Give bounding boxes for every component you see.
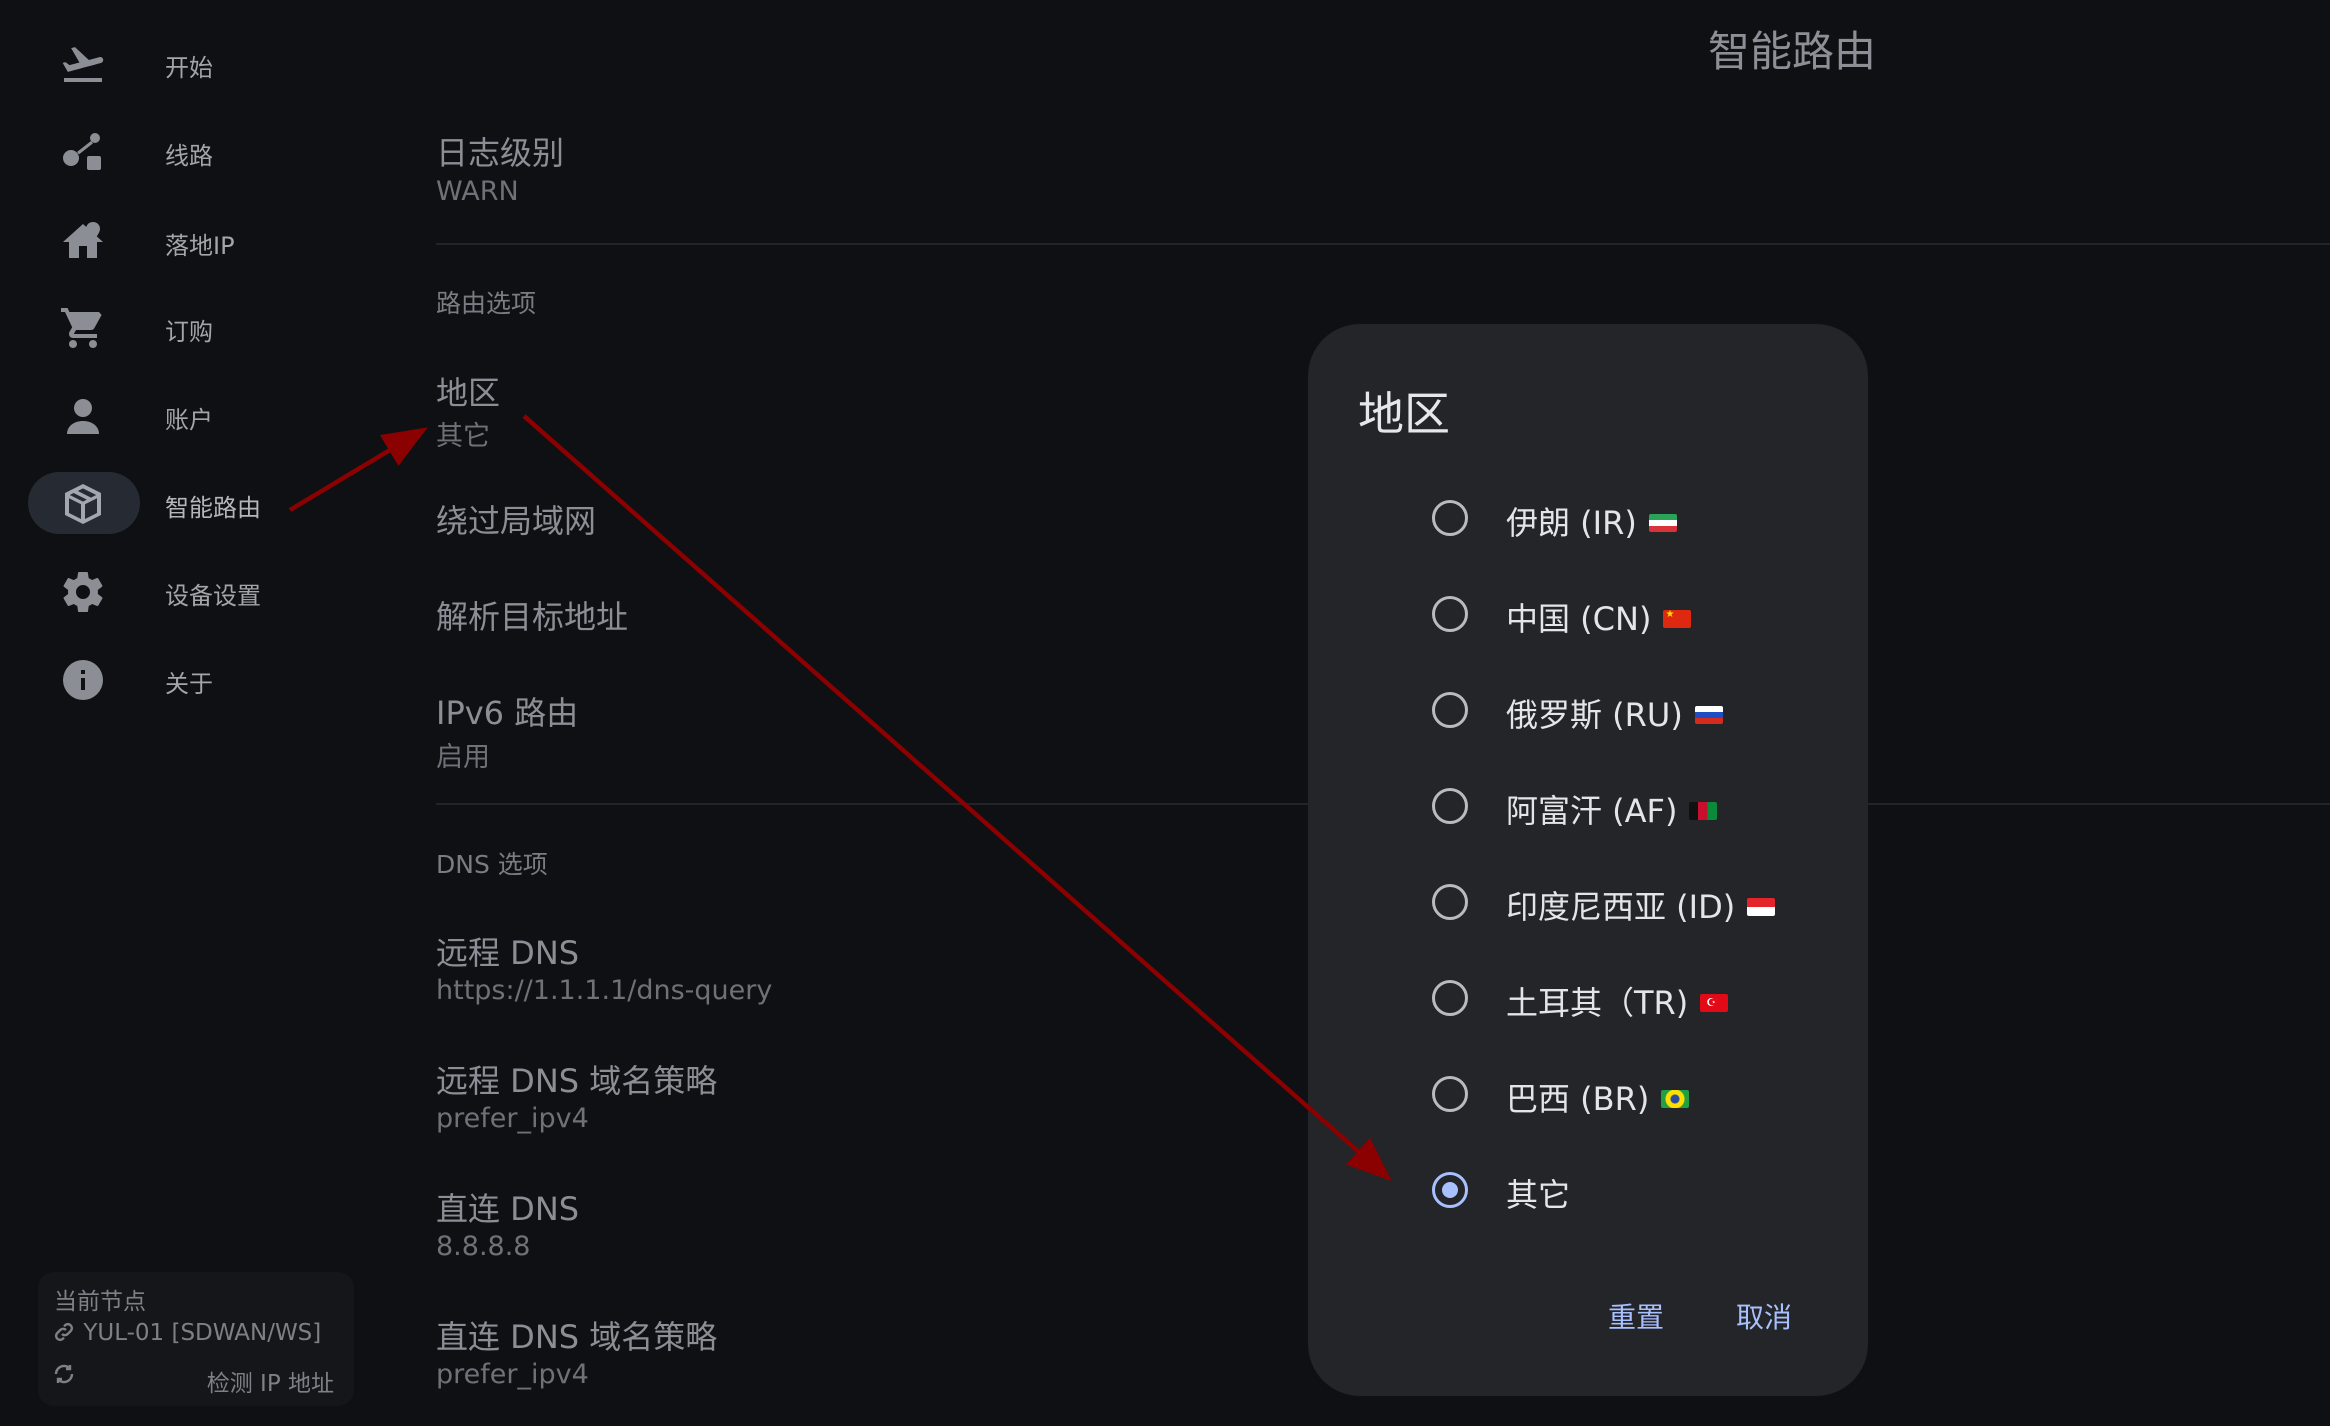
option-label: 巴西 (BR) <box>1506 1074 1690 1120</box>
gear-icon <box>58 572 108 613</box>
ipv6-route-title: IPv6 路由 <box>436 694 579 732</box>
direct-dns-strategy-value: prefer_ipv4 <box>436 1359 589 1390</box>
sidebar-item-label: 开始 <box>165 54 213 82</box>
radio-unselected-icon[interactable] <box>1432 500 1468 536</box>
ipv6-route-value: 启用 <box>436 742 490 773</box>
option-text: 阿富汗 (AF) <box>1506 792 1678 830</box>
dialog-title: 地区 <box>1358 387 1450 441</box>
region-option-br[interactable]: 巴西 (BR) <box>1338 1052 1838 1132</box>
sidebar-item-label: 账户 <box>165 406 213 434</box>
sidebar-item-label: 订购 <box>165 318 213 346</box>
page-title: 智能路由 <box>1708 27 1877 76</box>
radio-unselected-icon[interactable] <box>1432 1076 1468 1112</box>
option-label: 其它 <box>1506 1176 1571 1214</box>
option-label: 土耳其（TR) ☪ <box>1506 978 1729 1024</box>
route-options-header: 路由选项 <box>436 289 537 318</box>
afghanistan-flag <box>1689 802 1718 820</box>
remote-dns-value: https://1.1.1.1/dns-query <box>436 975 773 1006</box>
arrow-to-region-setting <box>288 427 428 512</box>
sidebar-item-account[interactable]: 账户 <box>28 384 213 446</box>
radio-unselected-icon[interactable] <box>1432 692 1468 728</box>
sidebar-item-landing-ip[interactable]: 落地IP <box>28 210 235 272</box>
check-ip-button[interactable]: 检测 IP 地址 <box>207 1364 334 1398</box>
sidebar-item-start[interactable]: 开始 <box>28 32 213 94</box>
option-text: 俄罗斯 (RU) <box>1506 696 1683 734</box>
option-text: 印度尼西亚 (ID) <box>1506 888 1736 926</box>
package-icon <box>58 484 108 524</box>
sidebar-item-label: 落地IP <box>165 232 235 260</box>
region-option-ru[interactable]: 俄罗斯 (RU) <box>1338 668 1838 748</box>
option-text: 伊朗 (IR) <box>1506 504 1637 542</box>
option-label: 俄罗斯 (RU) <box>1506 690 1723 736</box>
radio-selected-icon[interactable] <box>1432 1172 1468 1208</box>
sidebar-item-device-settings[interactable]: 设备设置 <box>28 560 261 622</box>
dns-options-header: DNS 选项 <box>436 850 548 879</box>
remote-dns-title: 远程 DNS <box>436 934 580 972</box>
log-level-title: 日志级别 <box>436 134 565 172</box>
home-location-icon <box>58 222 108 262</box>
remote-dns-strategy-value: prefer_ipv4 <box>436 1103 589 1134</box>
radio-unselected-icon[interactable] <box>1432 788 1468 824</box>
turkey-flag: ☪ <box>1700 994 1729 1012</box>
region-option-af[interactable]: 阿富汗 (AF) <box>1338 764 1838 844</box>
option-label: 中国 (CN) ★ <box>1506 594 1692 640</box>
sidebar-item-label: 线路 <box>165 142 213 170</box>
current-node-card: 当前节点 YUL-01 [SDWAN/WS] 检测 IP 地址 <box>38 1272 354 1406</box>
sidebar-item-subscribe[interactable]: 订购 <box>28 296 213 358</box>
resolve-target-setting[interactable]: 解析目标地址 <box>436 592 628 638</box>
sidebar-item-about[interactable]: 关于 <box>28 648 213 710</box>
current-node-name-text: YUL-01 [SDWAN/WS] <box>83 1320 322 1346</box>
option-text: 土耳其（TR) <box>1506 984 1689 1022</box>
region-value: 其它 <box>436 421 490 452</box>
russia-flag <box>1694 706 1723 724</box>
option-text: 中国 (CN) <box>1506 600 1652 638</box>
china-flag: ★ <box>1663 610 1692 628</box>
log-level-value: WARN <box>436 176 519 207</box>
region-option-other[interactable]: 其它 <box>1338 1148 1838 1228</box>
iran-flag <box>1648 514 1677 532</box>
sidebar-item-routes[interactable]: 线路 <box>28 120 213 182</box>
radio-unselected-icon[interactable] <box>1432 884 1468 920</box>
account-icon <box>58 396 108 436</box>
link-icon <box>54 1322 74 1342</box>
cart-icon <box>58 308 108 348</box>
region-option-cn[interactable]: 中国 (CN) ★ <box>1338 572 1838 652</box>
sidebar-item-label: 关于 <box>165 670 213 698</box>
annotation-arrows <box>288 414 1392 1181</box>
remote-dns-strategy-title: 远程 DNS 域名策略 <box>436 1062 718 1100</box>
option-label: 阿富汗 (AF) <box>1506 786 1718 832</box>
direct-dns-title: 直连 DNS <box>436 1190 580 1228</box>
reset-button[interactable]: 重置 <box>1608 1296 1664 1336</box>
airplane-takeoff-icon <box>58 44 108 84</box>
sidebar-item-label: 设备设置 <box>165 582 261 610</box>
option-label: 伊朗 (IR) <box>1506 498 1677 544</box>
route-icon <box>58 132 108 172</box>
region-title: 地区 <box>436 374 501 412</box>
region-dialog: 地区 伊朗 (IR) 中国 (CN) ★ 俄罗斯 (RU) 阿富汗 (AF) 印度… <box>1308 324 1868 1396</box>
refresh-icon[interactable] <box>52 1362 76 1388</box>
region-option-ir[interactable]: 伊朗 (IR) <box>1338 476 1838 556</box>
direct-dns-value: 8.8.8.8 <box>436 1231 531 1262</box>
divider <box>436 243 2330 245</box>
radio-unselected-icon[interactable] <box>1432 596 1468 632</box>
current-node-name[interactable]: YUL-01 [SDWAN/WS] <box>52 1320 321 1346</box>
current-node-title: 当前节点 <box>54 1289 146 1315</box>
brazil-flag <box>1661 1090 1690 1108</box>
region-option-id[interactable]: 印度尼西亚 (ID) <box>1338 860 1838 940</box>
radio-unselected-icon[interactable] <box>1432 980 1468 1016</box>
info-icon <box>58 660 108 700</box>
sidebar-item-smart-routing[interactable]: 智能路由 <box>28 472 261 534</box>
sidebar-item-label: 智能路由 <box>165 494 261 522</box>
region-option-tr[interactable]: 土耳其（TR) ☪ <box>1338 956 1838 1036</box>
cancel-button[interactable]: 取消 <box>1736 1296 1792 1336</box>
indonesia-flag <box>1747 898 1776 916</box>
bypass-lan-setting[interactable]: 绕过局域网 <box>436 496 596 542</box>
option-text: 巴西 (BR) <box>1506 1080 1650 1118</box>
option-label: 印度尼西亚 (ID) <box>1506 882 1776 928</box>
direct-dns-strategy-title: 直连 DNS 域名策略 <box>436 1318 718 1356</box>
